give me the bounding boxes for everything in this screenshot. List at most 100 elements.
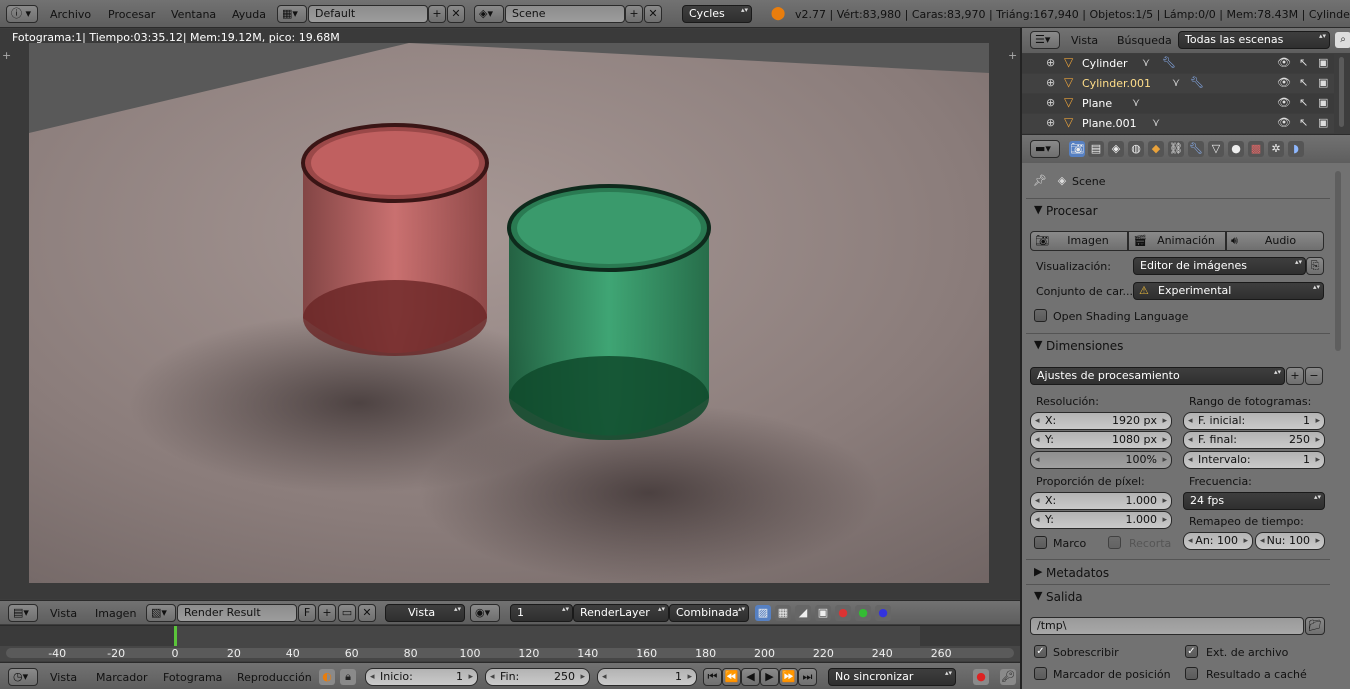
frame-start-field[interactable]: F. inicial:1 [1183, 412, 1325, 430]
menu-ventana[interactable]: Ventana [171, 8, 216, 22]
panel-metadatos-title[interactable]: Metadatos [1046, 566, 1109, 580]
jump-end-button[interactable]: ⏭ [798, 668, 817, 686]
aspect-y-field[interactable]: Y:1.000 [1030, 511, 1172, 529]
lock-interface-icon[interactable]: ⎘ [1306, 257, 1324, 275]
pivot-icon-button[interactable]: ◉▾ [470, 604, 500, 622]
outliner-row[interactable]: ⊕ ▽ Plane ⋎ 👁︎ ↖ ▣ [1022, 94, 1334, 113]
panel-metadatos-toggle[interactable]: ▶ [1034, 565, 1042, 579]
outliner-search-icon[interactable]: ⌕ [1335, 32, 1350, 48]
expand-icon[interactable]: ⊕ [1046, 96, 1055, 109]
play-reverse-button[interactable]: ◀ [741, 668, 760, 686]
resolution-x-field[interactable]: X:1920 px [1030, 412, 1172, 430]
texture-tab-icon[interactable]: ▩ [1248, 141, 1264, 157]
zbuffer-display-icon[interactable]: ◢ [795, 605, 811, 621]
outliner-scrollbar[interactable] [1339, 57, 1344, 127]
add-preset-icon[interactable]: + [1286, 367, 1304, 385]
browse-folder-icon[interactable]: 📁︎ [1305, 617, 1325, 635]
image-browse-button[interactable]: ▧▾ [146, 604, 176, 622]
alpha-display-icon[interactable]: ▨ [755, 605, 771, 621]
end-frame-field[interactable]: Fin:250 [485, 668, 590, 686]
red-channel-icon[interactable]: ● [835, 605, 851, 621]
crop-checkbox[interactable] [1108, 536, 1121, 549]
menu-archivo[interactable]: Archivo [50, 8, 91, 22]
scene-tab-icon[interactable]: ◈ [1108, 141, 1124, 157]
new-image-icon[interactable]: + [318, 604, 336, 622]
render-slot-dropdown[interactable]: 1 [510, 604, 573, 622]
start-frame-field[interactable]: Inicio:1 [365, 668, 478, 686]
add-layout-icon[interactable]: + [428, 5, 446, 23]
outliner-row[interactable]: ⊕ ▽ Cylinder.001 ⋎ 🔧︎ 👁︎ ↖ ▣ [1022, 74, 1334, 93]
feature-set-dropdown[interactable]: ⚠ Experimental [1133, 282, 1324, 300]
frame-end-field[interactable]: F. final:250 [1183, 431, 1325, 449]
outliner-menu-vista[interactable]: Vista [1071, 34, 1098, 48]
expand-icon[interactable]: ⊕ [1046, 76, 1055, 89]
expand-icon[interactable]: ⊕ [1046, 56, 1055, 69]
record-icon[interactable]: ● [973, 669, 989, 685]
keying-set-icon[interactable]: 🔑︎ [1000, 669, 1016, 685]
render-audio-button[interactable]: 🔊︎ Audio [1226, 231, 1324, 251]
sync-mode-dropdown[interactable]: No sincronizar [828, 668, 956, 686]
timeline-area[interactable]: -40 -20 0 20 40 60 80 100 120 140 160 180 200 220 240 2… [0, 625, 1020, 661]
panel-dimensiones-toggle[interactable]: ▼ [1034, 338, 1042, 352]
image-name-field[interactable]: Render Result [177, 604, 297, 622]
overwrite-checkbox[interactable]: ✓ [1034, 645, 1047, 658]
menu-imagen[interactable]: Imagen [95, 607, 136, 621]
visibility-eye-icon[interactable]: 👁︎ [1277, 76, 1291, 89]
panel-dimensiones-title[interactable]: Dimensiones [1046, 339, 1123, 353]
remap-old-field[interactable]: An: 100 [1183, 532, 1253, 550]
render-camera-icon[interactable]: ▣ [1318, 76, 1328, 89]
panel-procesar-title[interactable]: Procesar [1046, 204, 1098, 218]
menu-ayuda[interactable]: Ayuda [232, 8, 266, 22]
physics-tab-icon[interactable]: ◗ [1288, 141, 1304, 157]
modifiers-tab-icon[interactable]: 🔧︎ [1188, 141, 1204, 157]
outliner-row[interactable]: ⊕ ▽ Cylinder ⋎ 🔧︎ 👁︎ ↖ ▣ [1022, 54, 1334, 73]
prev-keyframe-button[interactable]: ⏪ [722, 668, 741, 686]
constraints-tab-icon[interactable]: ⛓︎ [1168, 141, 1184, 157]
material-tab-icon[interactable]: ● [1228, 141, 1244, 157]
cache-result-checkbox[interactable] [1185, 667, 1198, 680]
open-image-icon[interactable]: ▭ [338, 604, 356, 622]
editor-type-button[interactable]: ▤▾ [8, 604, 38, 622]
info-editor-type-button[interactable]: ⓘ ▾ [6, 5, 38, 23]
outliner-menu-busqueda[interactable]: Búsqueda [1117, 34, 1172, 48]
unlink-image-icon[interactable]: ✕ [358, 604, 376, 622]
file-extension-checkbox[interactable]: ✓ [1185, 645, 1198, 658]
render-pass-dropdown[interactable]: Combinada [669, 604, 749, 622]
panel-salida-toggle[interactable]: ▼ [1034, 589, 1042, 603]
lock-range-icon[interactable]: 🔒︎ [340, 669, 356, 685]
output-path-field[interactable]: /tmp\ [1030, 617, 1304, 635]
properties-editor-type-button[interactable]: ▬▾ [1030, 140, 1060, 158]
visibility-eye-icon[interactable]: 👁︎ [1277, 56, 1291, 69]
add-scene-icon[interactable]: + [625, 5, 643, 23]
outliner-editor-type-button[interactable]: ☰▾ [1030, 31, 1060, 49]
render-camera-icon[interactable]: ▣ [1318, 116, 1328, 129]
outliner-row[interactable]: ⊕ ▽ Plane.001 ⋎ 👁︎ ↖ ▣ [1022, 114, 1334, 133]
resolution-y-field[interactable]: Y:1080 px [1030, 431, 1172, 449]
data-tab-icon[interactable]: ▽ [1208, 141, 1224, 157]
scene-field[interactable]: Scene [505, 5, 625, 23]
remove-scene-icon[interactable]: ✕ [644, 5, 662, 23]
fake-user-button[interactable]: F [298, 604, 316, 622]
particles-tab-icon[interactable]: ✲ [1268, 141, 1284, 157]
jump-start-button[interactable]: ⏮ [703, 668, 722, 686]
render-camera-icon[interactable]: ▣ [1318, 96, 1328, 109]
render-engine-dropdown[interactable]: Cycles [682, 5, 752, 23]
outliner-item-name[interactable]: Cylinder.001 [1082, 77, 1151, 90]
render-tab-icon[interactable]: 📷︎ [1069, 141, 1085, 157]
render-camera-icon[interactable]: ▣ [1318, 56, 1328, 69]
region-plus-icon-right[interactable]: + [1008, 49, 1017, 63]
menu-fotograma[interactable]: Fotograma [163, 671, 222, 685]
selectable-cursor-icon[interactable]: ↖ [1299, 96, 1308, 109]
play-button[interactable]: ▶ [760, 668, 779, 686]
render-animation-button[interactable]: 🎬︎ Animación [1128, 231, 1226, 251]
remap-new-field[interactable]: Nu: 100 [1255, 532, 1325, 550]
outliner-item-name[interactable]: Plane [1082, 97, 1112, 110]
render-presets-dropdown[interactable]: Ajustes de procesamiento [1030, 367, 1285, 385]
view-mode-dropdown[interactable]: Vista [385, 604, 465, 622]
scene-icon-button[interactable]: ◈▾ [474, 5, 504, 23]
menu-vista[interactable]: Vista [50, 607, 77, 621]
render-layer-dropdown[interactable]: RenderLayer [573, 604, 669, 622]
frame-step-field[interactable]: Intervalo:1 [1183, 451, 1325, 469]
selectable-cursor-icon[interactable]: ↖ [1299, 76, 1308, 89]
timeline-editor-type-button[interactable]: ◷▾ [8, 668, 38, 686]
